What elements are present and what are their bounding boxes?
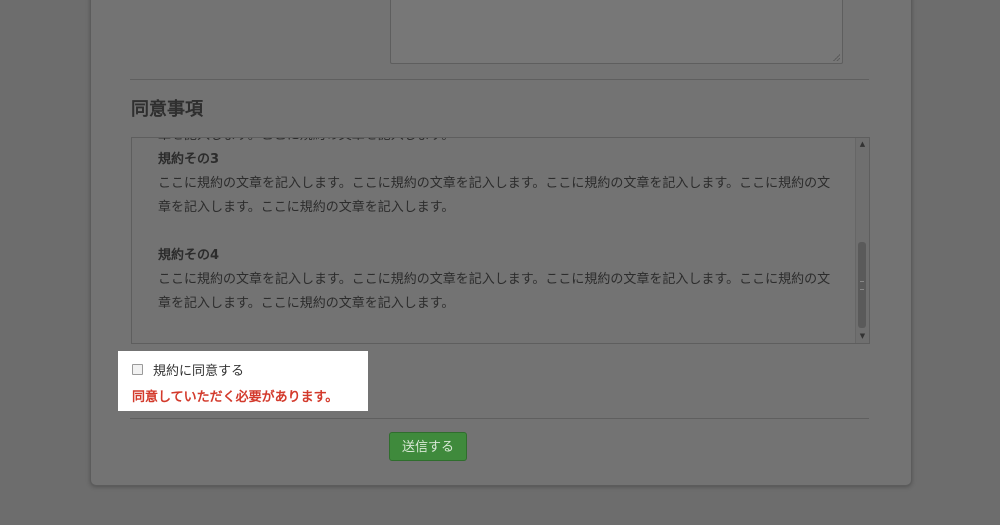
agree-checkbox-row[interactable]: 規約に同意する (132, 360, 244, 379)
previous-textarea[interactable] (390, 0, 843, 64)
terms-partial-line: 章を記入します。ここに規約の文章を記入します。 (158, 138, 838, 148)
term-text-line: ここに規約の文章を記入します。ここに規約の文章を記入します。ここに規約の文章を記… (158, 176, 831, 191)
terms-scroll-box[interactable]: 章を記入します。ここに規約の文章を記入します。 規約その3 ここに規約の文章を記… (131, 137, 870, 344)
scrollbar-thumb[interactable] (858, 242, 866, 328)
agree-label[interactable]: 規約に同意する (153, 360, 244, 379)
agree-checkbox[interactable] (132, 364, 143, 375)
divider-bottom (130, 418, 869, 419)
scroll-up-arrow-icon[interactable]: ▲ (856, 138, 869, 151)
scrollbar-grip-icon (860, 281, 864, 290)
divider-top (130, 79, 869, 80)
submit-button[interactable]: 送信する (389, 432, 467, 461)
term-item-4: 規約その4 ここに規約の文章を記入します。ここに規約の文章を記入します。ここに規… (158, 244, 838, 316)
term-item-3: 規約その3 ここに規約の文章を記入します。ここに規約の文章を記入します。ここに規… (158, 148, 838, 220)
agree-error-message: 同意していただく必要があります。 (132, 390, 339, 405)
resize-grip-icon[interactable] (833, 54, 840, 61)
terms-content: 章を記入します。ここに規約の文章を記入します。 規約その3 ここに規約の文章を記… (158, 138, 838, 340)
scroll-down-arrow-icon[interactable]: ▼ (856, 330, 869, 343)
term-text-line: ここに規約の文章を記入します。ここに規約の文章を記入します。ここに規約の文章を記… (158, 272, 831, 287)
term-text-line: 章を記入します。ここに規約の文章を記入します。 (158, 200, 455, 215)
term-text-line: 章を記入します。ここに規約の文章を記入します。 (158, 296, 455, 311)
section-title: 同意事項 (131, 99, 203, 120)
agree-highlight: 規約に同意する 同意していただく必要があります。 (118, 351, 368, 411)
term-title: 規約その3 (158, 152, 220, 167)
terms-scrollbar[interactable]: ▲ ▼ (855, 138, 869, 343)
term-title: 規約その4 (158, 248, 220, 263)
